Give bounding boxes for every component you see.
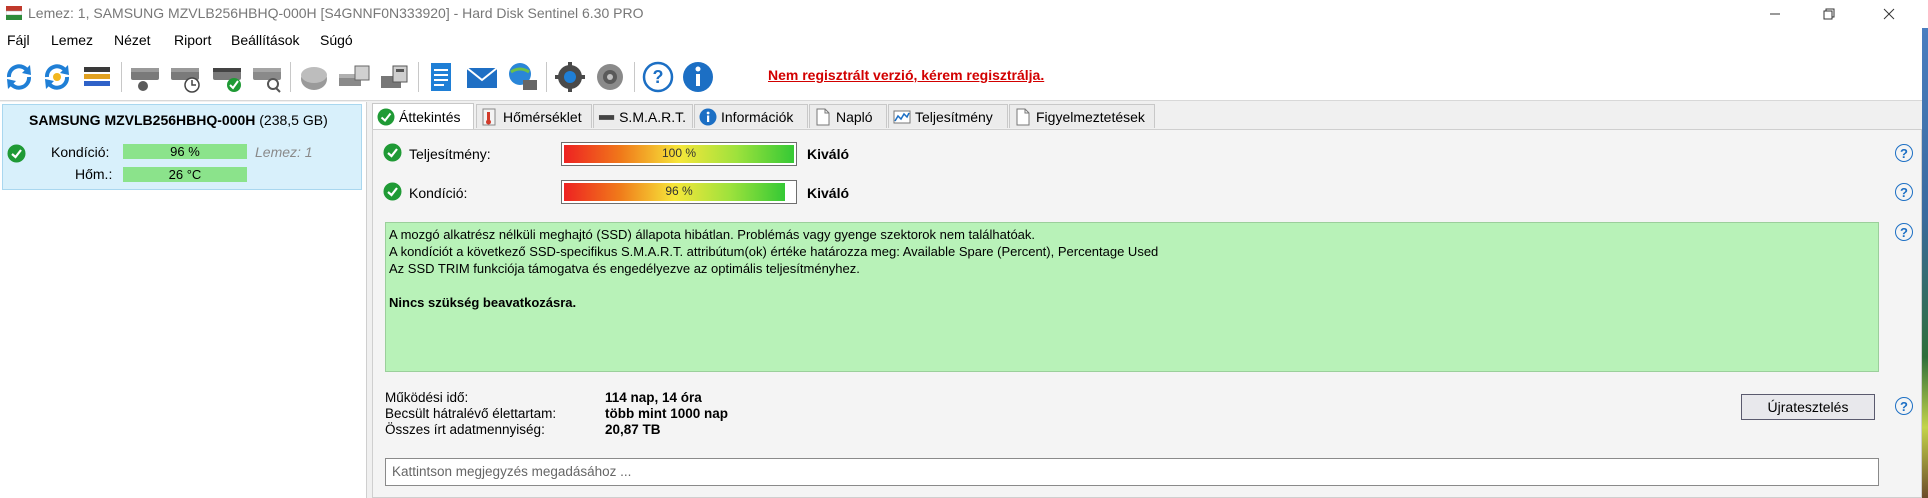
health-ok-icon [383,182,402,201]
performance-bar: 100 % [561,142,797,166]
disk-info-icon[interactable] [128,60,162,94]
title-bar: Lemez: 1, SAMSUNG MZVLB256HBHQ-000H [S4G… [0,0,1928,28]
menu-settings[interactable]: Beállítások [231,32,299,48]
overview-panel: Teljesítmény: 100 % Kiváló ? Kondíció: 9… [372,129,1922,498]
menu-file[interactable]: Fájl [7,32,30,48]
report-icon[interactable] [424,60,458,94]
disk-ok-icon[interactable] [210,60,244,94]
disk-list-icon[interactable] [80,60,114,94]
about-icon[interactable] [681,60,715,94]
restore-button[interactable] [1800,0,1858,28]
window-title: Lemez: 1, SAMSUNG MZVLB256HBHQ-000H [S4G… [28,5,644,21]
help-icon[interactable]: ? [641,60,675,94]
tab-overview[interactable]: Áttekintés [372,103,474,130]
performance-label: Teljesítmény: [409,146,491,162]
tab-temperature[interactable]: Hőmérséklet [476,104,592,128]
tab-log[interactable]: Napló [809,104,887,128]
close-icon [1883,8,1895,20]
written-value: 20,87 TB [605,422,661,437]
health-rating: Kiváló [807,185,850,201]
mail-icon[interactable] [465,60,499,94]
help-icon[interactable]: ? [1895,144,1913,162]
menu-disk[interactable]: Lemez [51,32,93,48]
settings-icon[interactable] [553,60,587,94]
log-page-icon [816,108,830,125]
tab-label: Figyelmeztetések [1036,108,1145,125]
disk-strip-icon [598,114,615,120]
tab-information[interactable]: Információk [694,104,808,128]
health-label: Kondíció: [409,185,468,201]
toolbar: ? Nem regisztrált verzió, kérem regisztr… [0,54,1928,101]
disk-index: Lemez: 1 [255,144,313,160]
svg-text:?: ? [653,67,664,87]
minimize-button[interactable] [1746,0,1804,28]
help-icon[interactable]: ? [1895,223,1913,241]
lifetime-label: Becsült hátralévő élettartam: [385,406,557,421]
tab-label: Napló [836,108,873,125]
refresh-icon[interactable] [2,60,36,94]
tab-label: Hőmérséklet [503,108,582,125]
menu-report[interactable]: Riport [174,32,211,48]
action-text: Nincs szükség beavatkozásra. [389,295,577,310]
close-button[interactable] [1860,0,1918,28]
thermometer-icon [482,108,496,125]
tab-label: S.M.A.R.T. [619,108,686,125]
disk-search-icon[interactable] [250,60,284,94]
disk-schedule-icon[interactable] [168,60,202,94]
health-bar: 96 % [561,180,797,204]
condition-mini-bar: 96 % [123,144,247,159]
menu-help[interactable]: Súgó [320,32,353,48]
app-icon [6,6,22,20]
alerts-page-icon [1016,108,1030,125]
uptime-value: 114 nap, 14 óra [605,390,702,405]
condition-label: Kondíció: [51,144,110,160]
disk-tools-icon[interactable] [337,60,371,94]
performance-chart-icon [893,110,911,123]
disk-surface-icon[interactable] [297,60,331,94]
menu-view[interactable]: Nézet [114,32,151,48]
menu-bar: Fájl Lemez Nézet Riport Beállítások Súgó [0,28,1928,55]
tab-alerts[interactable]: Figyelmeztetések [1009,104,1155,128]
network-icon[interactable] [505,60,539,94]
temperature-label: Hőm.: [75,166,113,182]
disk-size: (238,5 GB) [259,112,328,128]
description-line: A mozgó alkatrész nélküli meghajtó (SSD)… [389,227,1036,242]
sound-icon[interactable] [593,60,627,94]
desktop-background-strip [1922,28,1928,498]
help-icon[interactable]: ? [1895,183,1913,201]
tab-strip: Áttekintés Hőmérséklet S.M.A.R.T. Inform… [372,103,1920,130]
disk-name: SAMSUNG MZVLB256HBHQ-000H [29,112,256,128]
temperature-mini-bar: 26 °C [123,167,247,182]
info-icon [699,108,717,125]
tab-label: Áttekintés [399,109,461,125]
status-description: A mozgó alkatrész nélküli meghajtó (SSD)… [385,222,1879,372]
retest-button[interactable]: Újratesztelés [1741,394,1875,420]
help-icon[interactable]: ? [1895,397,1913,415]
description-line: Az SSD TRIM funkciója támogatva és enged… [389,261,860,276]
disk-card[interactable]: SAMSUNG MZVLB256HBHQ-000H (238,5 GB) Kon… [2,104,362,190]
performance-ok-icon [383,143,402,162]
performance-rating: Kiváló [807,146,850,162]
description-line: A kondíciót a következő SSD-specifikus S… [389,244,1159,259]
restore-icon [1823,8,1835,20]
tab-label: Információk [721,108,794,125]
lifetime-value: több mint 1000 nap [605,406,729,421]
disk-title: SAMSUNG MZVLB256HBHQ-000H (238,5 GB) [29,112,328,128]
note-input[interactable]: Kattintson megjegyzés megadásához ... [385,458,1879,486]
refresh-all-icon[interactable] [40,60,74,94]
written-label: Összes írt adatmennyiség: [385,422,545,437]
tab-smart[interactable]: S.M.A.R.T. [593,104,693,128]
uptime-label: Működési idő: [385,390,469,405]
disk-list-pane: SAMSUNG MZVLB256HBHQ-000H (238,5 GB) Kon… [0,102,367,498]
registration-notice-link[interactable]: Nem regisztrált verzió, kérem regisztrál… [768,67,1044,83]
minimize-icon [1770,13,1780,15]
check-circle-icon [377,108,395,126]
disk-backup-icon[interactable] [377,60,411,94]
tab-performance[interactable]: Teljesítmény [888,104,1008,128]
performance-value: 100 % [661,146,697,160]
tab-label: Teljesítmény [915,108,993,125]
check-circle-icon [7,144,26,163]
health-value: 96 % [665,184,693,198]
